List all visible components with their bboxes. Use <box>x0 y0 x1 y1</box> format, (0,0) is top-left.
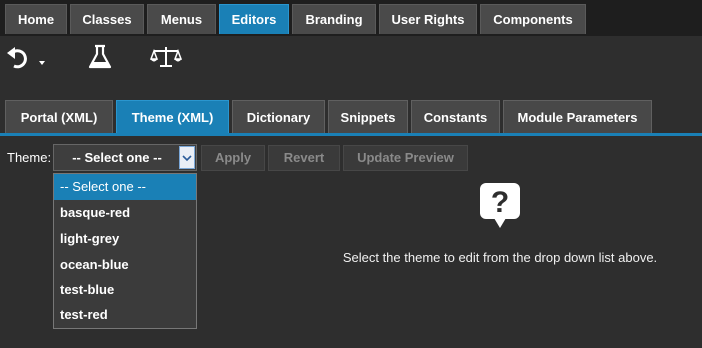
revert-button[interactable]: Revert <box>268 145 340 171</box>
top-nav: Home Classes Menus Editors Branding User… <box>0 0 702 37</box>
nav-tab-branding[interactable]: Branding <box>292 4 376 34</box>
tab-module-parameters[interactable]: Module Parameters <box>503 100 652 133</box>
chevron-down-icon[interactable] <box>179 146 195 169</box>
dropdown-caret-icon[interactable] <box>37 42 47 72</box>
theme-dropdown-list: -- Select one -- basque-red light-grey o… <box>53 173 197 329</box>
editor-subtabs: Portal (XML) Theme (XML) Dictionary Snip… <box>0 100 702 136</box>
nav-tab-classes[interactable]: Classes <box>70 4 144 34</box>
theme-label: Theme: <box>7 150 52 165</box>
nav-tab-components[interactable]: Components <box>480 4 586 34</box>
tab-portal-xml[interactable]: Portal (XML) <box>5 100 113 133</box>
nav-tab-home[interactable]: Home <box>5 4 67 34</box>
nav-tab-user-rights[interactable]: User Rights <box>379 4 477 34</box>
question-bubble-icon: ? <box>479 182 521 235</box>
toolbar <box>0 36 702 88</box>
dropdown-option[interactable]: test-red <box>54 302 196 328</box>
dropdown-option[interactable]: -- Select one -- <box>54 174 196 200</box>
apply-button[interactable]: Apply <box>201 145 265 171</box>
svg-text:?: ? <box>491 186 509 219</box>
theme-select-value: -- Select one -- <box>72 150 162 165</box>
nav-tab-menus[interactable]: Menus <box>147 4 216 34</box>
subtab-underline <box>0 133 702 136</box>
scales-icon[interactable] <box>149 42 183 72</box>
dropdown-option[interactable]: basque-red <box>54 200 196 226</box>
undo-icon[interactable] <box>5 42 31 72</box>
tab-constants[interactable]: Constants <box>411 100 500 133</box>
tab-dictionary[interactable]: Dictionary <box>232 100 325 133</box>
theme-select[interactable]: -- Select one -- <box>53 144 197 171</box>
update-preview-button[interactable]: Update Preview <box>343 145 468 171</box>
dropdown-option[interactable]: light-grey <box>54 226 196 252</box>
tab-snippets[interactable]: Snippets <box>328 100 408 133</box>
empty-state-message: Select the theme to edit from the drop d… <box>342 250 658 265</box>
tab-theme-xml[interactable]: Theme (XML) <box>116 100 229 133</box>
dropdown-option[interactable]: ocean-blue <box>54 252 196 278</box>
dropdown-option[interactable]: test-blue <box>54 277 196 303</box>
nav-tab-editors[interactable]: Editors <box>219 4 289 34</box>
flask-icon[interactable] <box>87 42 113 72</box>
